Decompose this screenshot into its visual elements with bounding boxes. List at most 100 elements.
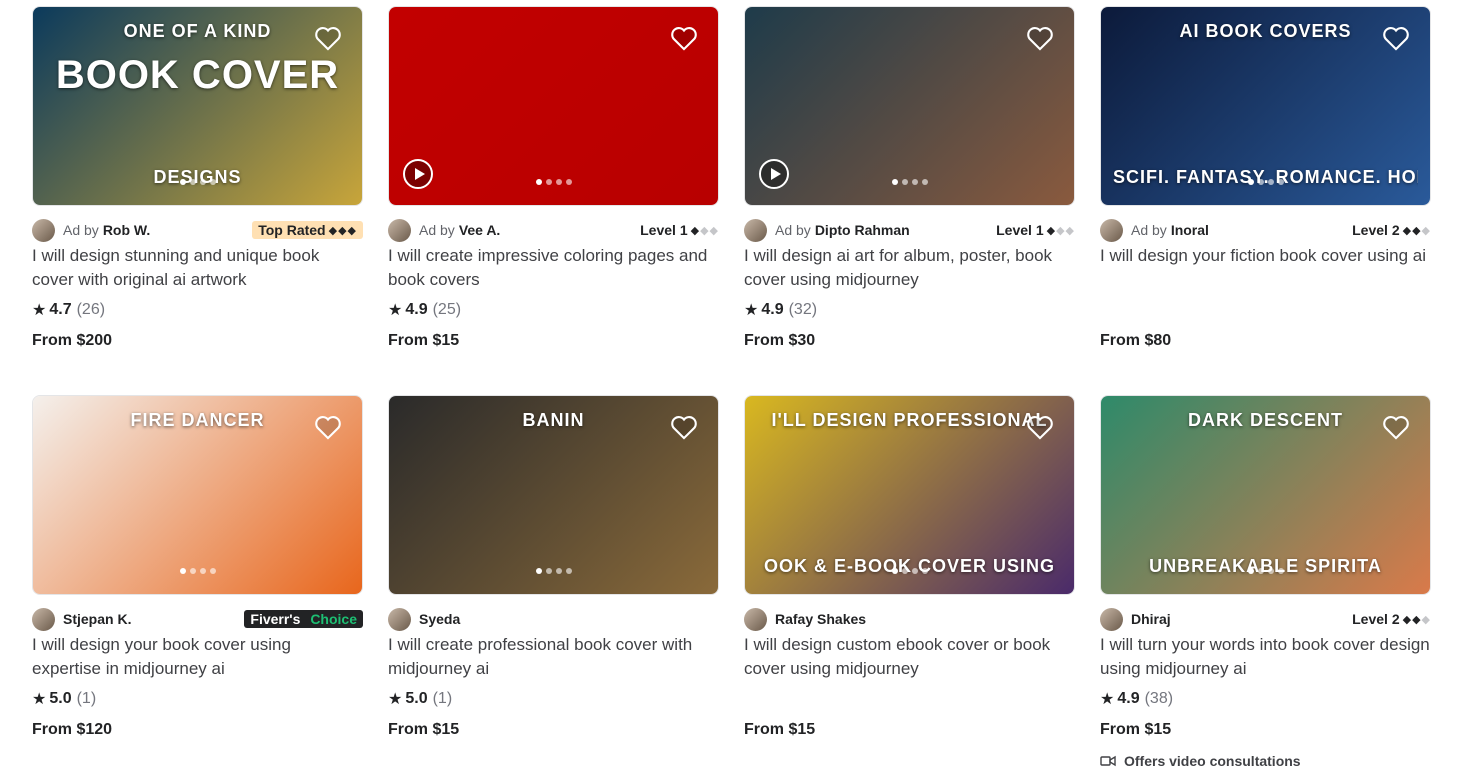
carousel-dots[interactable]: [179, 179, 216, 185]
gig-card[interactable]: AI BOOK COVERS SCIFI. FANTASY. ROMANCE. H…: [1100, 6, 1431, 352]
gig-card[interactable]: Ad by Dipto Rahman Level 1 ◆◆◆ I will design…: [744, 6, 1075, 352]
gig-title[interactable]: I will turn your words into book cover d…: [1100, 633, 1431, 681]
gig-thumbnail[interactable]: [388, 6, 719, 206]
heart-icon[interactable]: [314, 25, 342, 51]
gig-card[interactable]: FIRE DANCER Stjepan K. Fiverr's Choice I wi…: [32, 395, 363, 741]
heart-icon[interactable]: [670, 25, 698, 51]
gig-title[interactable]: I will create professional book cover wi…: [388, 633, 719, 681]
carousel-dots[interactable]: [891, 179, 928, 185]
gig-title[interactable]: I will design your fiction book cover us…: [1100, 244, 1431, 292]
ad-label: Ad by: [63, 222, 99, 238]
avatar[interactable]: [744, 607, 767, 631]
gig-thumbnail[interactable]: BANIN: [388, 395, 719, 595]
avatar[interactable]: [1100, 607, 1123, 631]
rating-value: 4.7: [49, 301, 72, 318]
gig-card[interactable]: I'LL DESIGN PROFESSIONAL OOK & E-BOOK COV…: [744, 395, 1075, 741]
seller-name[interactable]: Inoral: [1171, 222, 1209, 238]
seller-name[interactable]: Rob W.: [103, 222, 150, 238]
gig-thumbnail[interactable]: DARK DESCENT UNBREAKABLE SPIRITA: [1100, 395, 1431, 595]
carousel-dots[interactable]: [179, 568, 216, 574]
rating: ★ 4.7 (26): [32, 300, 363, 320]
diamond-icon: ◆◆◆: [1046, 224, 1075, 237]
avatar[interactable]: [32, 607, 55, 631]
gig-thumbnail[interactable]: FIRE DANCER: [32, 395, 363, 595]
thumbnail-image: [389, 7, 718, 205]
rating-count: (26): [76, 301, 106, 318]
gig-thumbnail[interactable]: [744, 6, 1075, 206]
gig-thumbnail[interactable]: AI BOOK COVERS SCIFI. FANTASY. ROMANCE. H…: [1100, 6, 1431, 206]
rating-count: (1): [76, 690, 97, 707]
star-icon: ★: [1100, 691, 1115, 708]
heart-icon[interactable]: [1382, 25, 1410, 51]
gig-title[interactable]: I will design stunning and unique book c…: [32, 244, 363, 292]
diamond-icon: ◆◆◆: [690, 224, 719, 237]
thumbnail-caption: DARK DESCENT: [1187, 410, 1343, 430]
carousel-dots[interactable]: [535, 568, 572, 574]
seller-row: Ad by Dipto Rahman Level 1 ◆◆◆: [744, 218, 1075, 242]
gig-thumbnail[interactable]: ONE OF A KIND BOOK COVER DESIGNS: [32, 6, 363, 206]
seller-row: Ad by Inoral Level 2 ◆◆◆: [1100, 218, 1431, 242]
play-icon[interactable]: [403, 159, 433, 189]
price: From $15: [388, 332, 460, 349]
rating-count: (38): [1144, 690, 1174, 707]
diamond-icon: ◆◆◆: [1402, 224, 1431, 237]
top-rated-badge: Top Rated ◆◆◆: [252, 221, 363, 239]
carousel-dots[interactable]: [891, 568, 928, 574]
star-icon: ★: [744, 302, 759, 319]
avatar[interactable]: [388, 607, 411, 631]
seller-name[interactable]: Rafay Shakes: [775, 611, 866, 627]
gig-title[interactable]: I will design custom ebook cover or book…: [744, 633, 1075, 681]
thumbnail-caption: BOOK COVER: [55, 53, 340, 97]
gig-title[interactable]: I will create impressive coloring pages …: [388, 244, 719, 292]
rating: ★ 5.0 (1): [32, 689, 363, 709]
seller-name[interactable]: Vee A.: [459, 222, 501, 238]
avatar[interactable]: [1100, 218, 1123, 242]
star-icon: ★: [32, 691, 47, 708]
gig-thumbnail[interactable]: I'LL DESIGN PROFESSIONAL OOK & E-BOOK COV…: [744, 395, 1075, 595]
heart-icon[interactable]: [670, 414, 698, 440]
seller-row: Ad by Vee A. Level 1 ◆◆◆: [388, 218, 719, 242]
price: From $200: [32, 332, 113, 349]
rating: [744, 689, 1075, 709]
rating-value: 5.0: [405, 690, 428, 707]
rating-count: (25): [432, 301, 462, 318]
ad-label: Ad by: [419, 222, 455, 238]
level-badge: Level 1 ◆◆◆: [996, 222, 1075, 238]
ad-label: Ad by: [1131, 222, 1167, 238]
price: From $120: [32, 721, 113, 738]
gig-card[interactable]: BANIN Syeda I will create professional boo…: [388, 395, 719, 741]
level-badge: Level 2 ◆◆◆: [1352, 611, 1431, 627]
gig-card[interactable]: DARK DESCENT UNBREAKABLE SPIRITA Dhiraj Lev…: [1100, 395, 1431, 769]
seller-name[interactable]: Dipto Rahman: [815, 222, 910, 238]
heart-icon[interactable]: [1026, 414, 1054, 440]
heart-icon[interactable]: [314, 414, 342, 440]
ad-label: Ad by: [775, 222, 811, 238]
price: From $15: [1100, 721, 1172, 738]
thumbnail-caption: BANIN: [522, 410, 585, 430]
gig-card[interactable]: Ad by Vee A. Level 1 ◆◆◆ I will create impre…: [388, 6, 719, 352]
thumbnail-caption: I'LL DESIGN PROFESSIONAL: [771, 410, 1048, 430]
seller-row: Rafay Shakes: [744, 607, 1075, 631]
seller-name[interactable]: Syeda: [419, 611, 460, 627]
seller-name[interactable]: Dhiraj: [1131, 611, 1171, 627]
gig-card[interactable]: ONE OF A KIND BOOK COVER DESIGNS Ad by Rob W…: [32, 6, 363, 352]
thumbnail-caption: AI BOOK COVERS: [1179, 21, 1352, 41]
carousel-dots[interactable]: [535, 179, 572, 185]
seller-name[interactable]: Stjepan K.: [63, 611, 131, 627]
star-icon: ★: [388, 302, 403, 319]
gig-title[interactable]: I will design ai art for album, poster, …: [744, 244, 1075, 292]
diamond-icon: ◆◆◆: [1402, 613, 1431, 626]
carousel-dots[interactable]: [1247, 179, 1284, 185]
gig-title[interactable]: I will design your book cover using expe…: [32, 633, 363, 681]
heart-icon[interactable]: [1382, 414, 1410, 440]
seller-row: Ad by Rob W. Top Rated ◆◆◆: [32, 218, 363, 242]
seller-row: Stjepan K. Fiverr's Choice: [32, 607, 363, 631]
avatar[interactable]: [744, 218, 767, 242]
level-badge: Level 1 ◆◆◆: [640, 222, 719, 238]
heart-icon[interactable]: [1026, 25, 1054, 51]
avatar[interactable]: [32, 218, 55, 242]
play-icon[interactable]: [759, 159, 789, 189]
carousel-dots[interactable]: [1247, 568, 1284, 574]
price: From $15: [744, 721, 816, 738]
avatar[interactable]: [388, 218, 411, 242]
